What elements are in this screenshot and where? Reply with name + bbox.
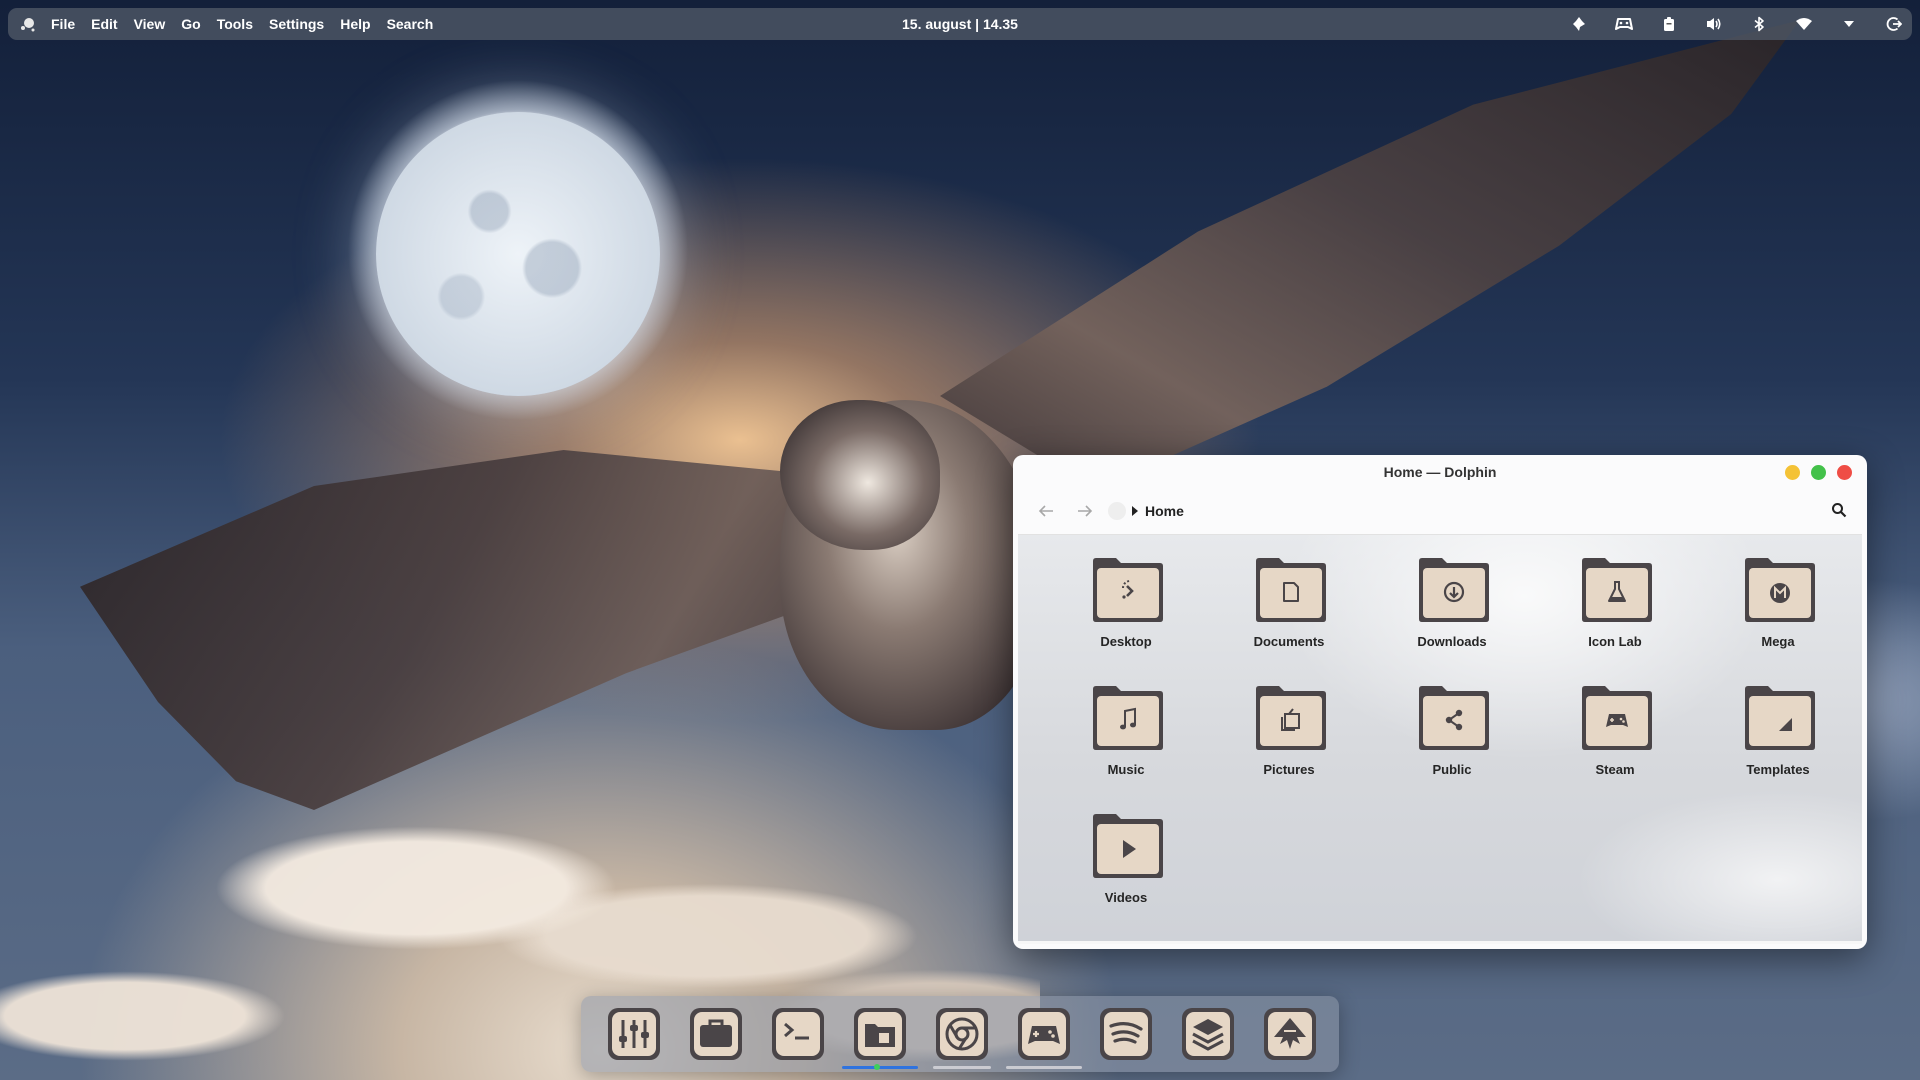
dock-item-inkscape[interactable] xyxy=(1261,1005,1319,1063)
minimize-button[interactable] xyxy=(1785,465,1800,480)
flask-folder-icon xyxy=(1582,558,1652,622)
search-icon xyxy=(1832,503,1847,518)
menu-tools[interactable]: Tools xyxy=(217,16,253,32)
dock-indicator-open xyxy=(1006,1066,1082,1069)
item-label: Music xyxy=(1107,762,1145,777)
maximize-button[interactable] xyxy=(1811,465,1826,480)
steam-gamepad-icon[interactable] xyxy=(1612,12,1636,36)
dock-item-konsole[interactable] xyxy=(769,1005,827,1063)
item-label: Mega xyxy=(1761,634,1795,649)
folder-videos[interactable]: Videos xyxy=(1066,791,1186,911)
dock-item-discover[interactable] xyxy=(687,1005,745,1063)
menu-help[interactable]: Help xyxy=(340,16,370,32)
item-label: Pictures xyxy=(1263,762,1315,777)
wallpaper-falcon-left-wing xyxy=(80,450,860,810)
videos-folder-icon xyxy=(1093,814,1163,878)
window-toolbar: Home xyxy=(1013,489,1867,533)
menu-view[interactable]: View xyxy=(134,16,166,32)
dock-item-system-settings[interactable] xyxy=(605,1005,663,1063)
gamepad-folder-icon xyxy=(1582,686,1652,750)
wallpaper-moon xyxy=(376,112,660,396)
system-tray xyxy=(1546,8,1906,40)
file-manager-icon xyxy=(854,1008,906,1060)
item-label: Steam xyxy=(1595,762,1635,777)
folder-downloads[interactable]: Downloads xyxy=(1392,535,1512,655)
volume-icon[interactable] xyxy=(1702,12,1726,36)
menu-go[interactable]: Go xyxy=(181,16,200,32)
power-icon[interactable] xyxy=(1882,12,1906,36)
wallpaper-falcon-head xyxy=(780,400,940,550)
item-label: Documents xyxy=(1253,634,1325,649)
kde-launcher-icon[interactable] xyxy=(15,11,41,37)
terminal-icon xyxy=(772,1008,824,1060)
dock-item-dolphin[interactable] xyxy=(851,1005,909,1063)
dock xyxy=(581,996,1339,1072)
folder-music[interactable]: Music xyxy=(1066,663,1186,783)
spotify-icon xyxy=(1100,1008,1152,1060)
window-title: Home — Dolphin xyxy=(1383,464,1497,480)
dolphin-window: Home — Dolphin Home Desktop Documents Do… xyxy=(1013,455,1867,949)
music-folder-icon xyxy=(1093,686,1163,750)
item-label: Icon Lab xyxy=(1588,634,1642,649)
notification-bell-icon[interactable] xyxy=(1567,12,1591,36)
layers-icon xyxy=(1182,1008,1234,1060)
folder-desktop[interactable]: Desktop xyxy=(1066,535,1186,655)
menu-settings[interactable]: Settings xyxy=(269,16,324,32)
dock-item-steam[interactable] xyxy=(1015,1005,1073,1063)
arrow-left-icon xyxy=(1038,505,1053,517)
item-label: Videos xyxy=(1104,890,1148,905)
expand-arrow-icon[interactable] xyxy=(1837,12,1861,36)
chrome-icon xyxy=(936,1008,988,1060)
bluetooth-icon[interactable] xyxy=(1747,12,1771,36)
file-view[interactable]: Desktop Documents Downloads Icon Lab Meg… xyxy=(1018,534,1862,944)
breadcrumb-home[interactable]: Home xyxy=(1145,503,1184,519)
folder-templates[interactable]: Templates xyxy=(1718,663,1838,783)
documents-folder-icon xyxy=(1256,558,1326,622)
forward-button[interactable] xyxy=(1073,499,1097,523)
item-label: Templates xyxy=(1746,762,1810,777)
dock-running-dot xyxy=(874,1064,880,1070)
menu-search[interactable]: Search xyxy=(387,16,434,32)
wallpaper-falcon-body xyxy=(780,400,1040,730)
folder-icon-lab[interactable]: Icon Lab xyxy=(1555,535,1675,655)
home-icon[interactable] xyxy=(1108,502,1126,520)
pictures-folder-icon xyxy=(1256,686,1326,750)
dock-indicator-active xyxy=(842,1066,918,1069)
templates-folder-icon xyxy=(1745,686,1815,750)
folder-pictures[interactable]: Pictures xyxy=(1229,663,1349,783)
mega-folder-icon xyxy=(1745,558,1815,622)
search-button[interactable] xyxy=(1827,498,1851,522)
wifi-icon[interactable] xyxy=(1792,12,1816,36)
window-titlebar[interactable]: Home — Dolphin xyxy=(1013,455,1867,489)
arrow-right-icon xyxy=(1078,505,1093,517)
folder-mega[interactable]: Mega xyxy=(1718,535,1838,655)
folder-documents[interactable]: Documents xyxy=(1229,535,1349,655)
back-button[interactable] xyxy=(1034,499,1058,523)
breadcrumb-arrow-icon[interactable] xyxy=(1132,506,1138,516)
close-button[interactable] xyxy=(1837,465,1852,480)
desktop-folder-icon xyxy=(1093,558,1163,622)
mixer-settings-icon xyxy=(608,1008,660,1060)
item-label: Desktop xyxy=(1100,634,1152,649)
clipboard-icon[interactable] xyxy=(1657,12,1681,36)
share-folder-icon xyxy=(1419,686,1489,750)
downloads-folder-icon xyxy=(1419,558,1489,622)
dock-item-layers[interactable] xyxy=(1179,1005,1237,1063)
top-panel: File Edit View Go Tools Settings Help Se… xyxy=(8,8,1912,40)
menu-file[interactable]: File xyxy=(51,16,75,32)
briefcase-icon xyxy=(690,1008,742,1060)
item-label: Downloads xyxy=(1417,634,1487,649)
wallpaper-falcon-right-wing xyxy=(940,20,1800,490)
dock-indicator-open xyxy=(933,1066,991,1069)
gamepad-icon xyxy=(1018,1008,1070,1060)
menu-edit[interactable]: Edit xyxy=(91,16,117,32)
folder-steam[interactable]: Steam xyxy=(1555,663,1675,783)
panel-clock[interactable]: 15. august | 14.35 xyxy=(902,16,1018,32)
breadcrumb: Home xyxy=(1108,499,1184,523)
inkscape-icon xyxy=(1264,1008,1316,1060)
dock-item-chrome[interactable] xyxy=(933,1005,991,1063)
dock-item-spotify[interactable] xyxy=(1097,1005,1155,1063)
item-label: Public xyxy=(1432,762,1472,777)
folder-public[interactable]: Public xyxy=(1392,663,1512,783)
